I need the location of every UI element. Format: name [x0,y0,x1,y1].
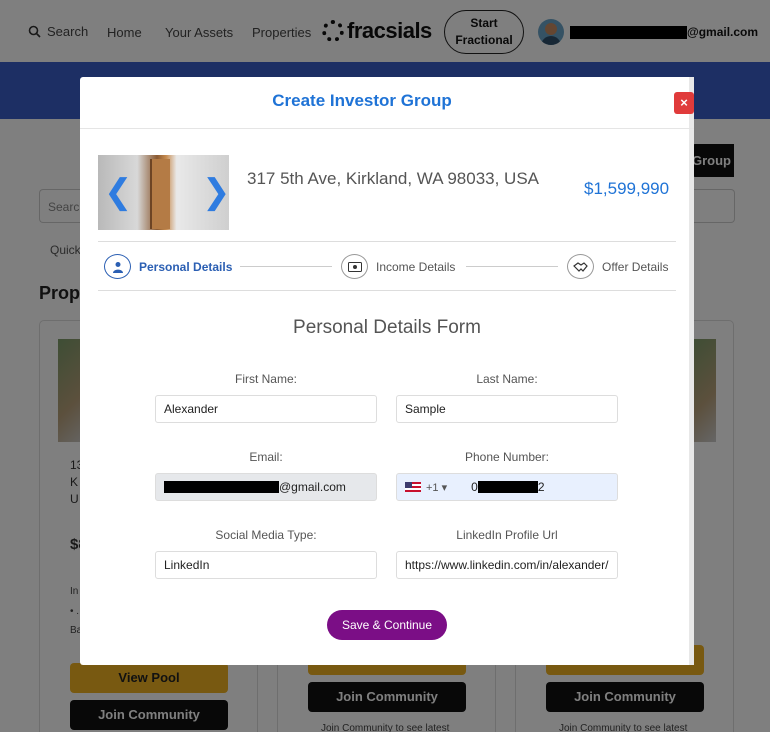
social-media-type-field[interactable]: LinkedIn [155,551,377,579]
phone-prefix: 0 [471,480,478,494]
step-connector [466,266,558,267]
modal-title: Create Investor Group [272,91,452,110]
phone-label: Phone Number: [464,450,550,464]
property-price: $1,599,990 [584,179,670,198]
close-button[interactable]: × [674,92,694,114]
redaction-bar [164,481,279,493]
door-image-detail [150,159,170,229]
save-continue-button[interactable]: Save & Continue [327,610,447,640]
last-name-field[interactable]: Sample [396,395,618,423]
property-address: 317 5th Ave, Kirkland, WA 98033, USA [247,169,540,188]
step-offer-details[interactable]: Offer Details [567,254,668,279]
last-name-label: Last Name: [476,372,538,386]
step-label: Personal Details [139,259,233,274]
modal-scrollbar[interactable] [689,77,694,665]
step-label: Income Details [376,259,456,274]
form-title: Personal Details Form [293,317,481,338]
linkedin-url-label: LinkedIn Profile Url [456,528,558,542]
handshake-icon [567,254,594,279]
redaction-bar [477,481,538,493]
phone-field[interactable]: +1 ▾ 0 2 [396,473,618,501]
email-label: Email: [249,450,283,464]
step-connector [240,266,332,267]
property-image: ❮ ❯ [98,155,229,230]
country-code-select[interactable]: +1 ▾ [426,481,447,494]
email-suffix: @gmail.com [279,480,346,494]
divider [80,128,694,129]
step-label: Offer Details [602,259,669,274]
step-personal-details[interactable]: Personal Details [104,254,232,279]
us-flag-icon[interactable] [405,482,421,492]
divider [98,290,676,291]
email-field[interactable]: @gmail.com [155,473,377,501]
first-name-label: First Name: [234,372,297,386]
first-name-field[interactable]: Alexander [155,395,377,423]
linkedin-url-field[interactable]: https://www.linkedin.com/in/alexander/ [396,551,618,579]
divider [98,241,676,242]
money-icon [341,254,368,279]
phone-suffix: 2 [537,480,545,494]
create-investor-group-modal: Create Investor Group × ❮ ❯ 317 5th Ave,… [80,77,694,665]
user-icon [104,254,131,279]
chevron-left-icon[interactable]: ❮ [104,175,133,209]
social-media-type-label: Social Media Type: [215,528,317,542]
step-income-details[interactable]: Income Details [341,254,455,279]
chevron-right-icon[interactable]: ❯ [202,175,229,209]
